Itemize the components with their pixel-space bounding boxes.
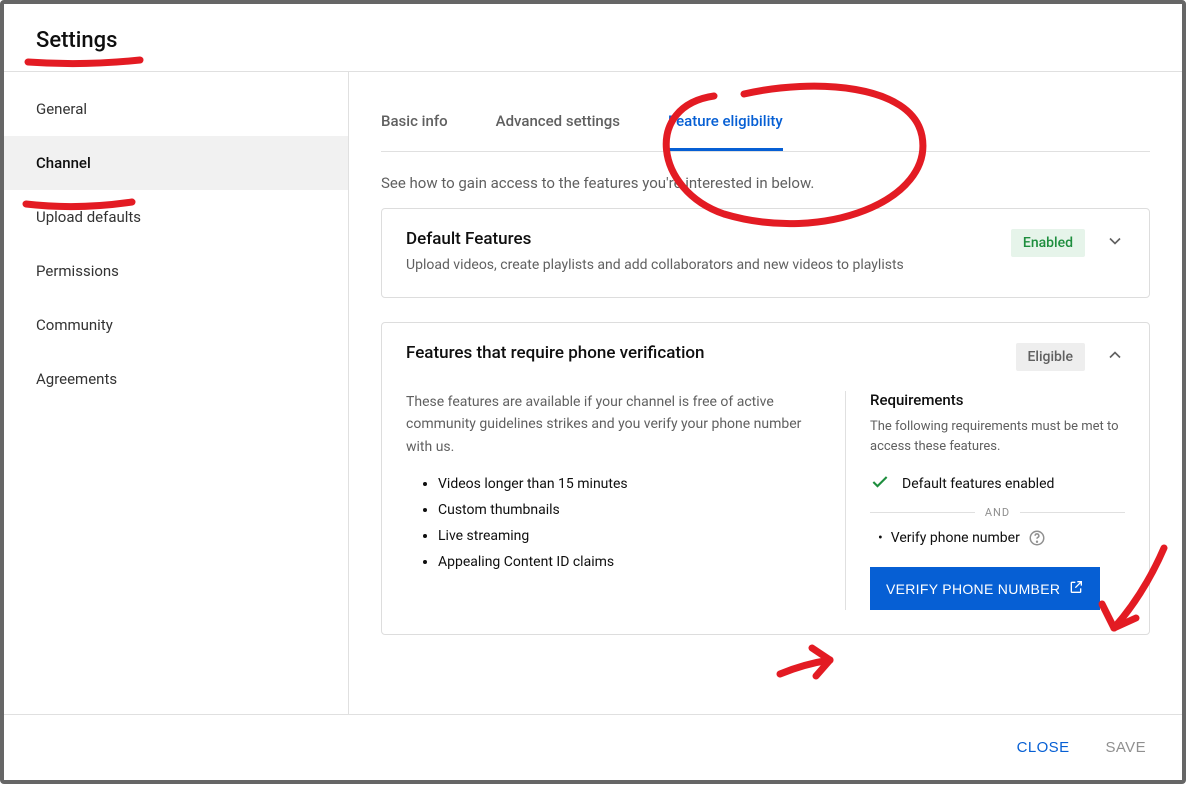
settings-content: Basic info Advanced settings Feature eli… xyxy=(349,72,1182,714)
default-features-card: Default Features Upload videos, create p… xyxy=(381,208,1150,298)
sidebar-item-label: Upload defaults xyxy=(36,208,141,226)
sidebar-item-label: Agreements xyxy=(36,370,117,388)
card-head-text: Default Features Upload videos, create p… xyxy=(406,229,1011,273)
tab-feature-eligibility[interactable]: Feature eligibility xyxy=(668,102,783,151)
tab-advanced-settings[interactable]: Advanced settings xyxy=(496,102,620,151)
dialog-footer: CLOSE SAVE xyxy=(4,714,1182,780)
and-separator: AND xyxy=(870,506,1125,519)
card-title: Features that require phone verification xyxy=(406,343,1016,363)
feature-item: Videos longer than 15 minutes xyxy=(438,476,821,492)
requirement-pending-row: • Verify phone number xyxy=(870,529,1125,547)
settings-sidebar: General Channel Upload defaults Permissi… xyxy=(4,72,349,714)
sidebar-item-label: Community xyxy=(36,316,113,334)
feature-item: Custom thumbnails xyxy=(438,502,821,518)
requirement-pending-label: Verify phone number xyxy=(891,530,1020,546)
phone-verification-body: These features are available if your cha… xyxy=(382,371,1149,634)
sidebar-item-general[interactable]: General xyxy=(4,82,348,136)
tab-label: Basic info xyxy=(381,112,448,130)
phone-verification-card: Features that require phone verification… xyxy=(381,322,1150,635)
check-icon xyxy=(870,472,890,496)
sidebar-item-upload-defaults[interactable]: Upload defaults xyxy=(4,190,348,244)
verify-phone-button[interactable]: VERIFY PHONE NUMBER xyxy=(870,567,1100,610)
default-features-header[interactable]: Default Features Upload videos, create p… xyxy=(382,209,1149,297)
sidebar-item-agreements[interactable]: Agreements xyxy=(4,352,348,406)
requirement-met-label: Default features enabled xyxy=(902,476,1054,492)
settings-dialog: Settings General Channel Upload defaults… xyxy=(0,0,1186,784)
save-button[interactable]: SAVE xyxy=(1101,733,1150,762)
requirements-heading: Requirements xyxy=(870,391,1125,409)
sidebar-item-permissions[interactable]: Permissions xyxy=(4,244,348,298)
dialog-body: General Channel Upload defaults Permissi… xyxy=(4,72,1182,714)
chevron-down-icon xyxy=(1105,231,1125,251)
status-badge-eligible: Eligible xyxy=(1016,343,1086,371)
phone-verification-header[interactable]: Features that require phone verification… xyxy=(382,323,1149,371)
requirements-subtext: The following requirements must be met t… xyxy=(870,417,1125,456)
status-badge-enabled: Enabled xyxy=(1011,229,1085,257)
feature-item: Live streaming xyxy=(438,528,821,544)
intro-text: See how to gain access to the features y… xyxy=(381,174,1150,192)
card-title: Default Features xyxy=(406,229,1011,249)
features-column: These features are available if your cha… xyxy=(406,391,845,610)
tab-label: Feature eligibility xyxy=(668,112,783,130)
features-list: Videos longer than 15 minutes Custom thu… xyxy=(406,476,821,570)
separator-line xyxy=(870,512,975,513)
channel-tabs: Basic info Advanced settings Feature eli… xyxy=(381,72,1150,152)
bullet-icon: • xyxy=(878,530,883,546)
tab-label: Advanced settings xyxy=(496,112,620,130)
feature-item: Appealing Content ID claims xyxy=(438,554,821,570)
close-button[interactable]: CLOSE xyxy=(1013,733,1074,762)
requirement-met-row: Default features enabled xyxy=(870,472,1125,496)
help-icon[interactable] xyxy=(1028,529,1046,547)
page-title: Settings xyxy=(36,28,1150,53)
open-external-icon xyxy=(1068,579,1084,598)
dialog-header: Settings xyxy=(4,4,1182,72)
tab-basic-info[interactable]: Basic info xyxy=(381,102,448,151)
sidebar-item-label: Channel xyxy=(36,154,91,172)
sidebar-item-label: Permissions xyxy=(36,262,119,280)
sidebar-item-community[interactable]: Community xyxy=(4,298,348,352)
and-label: AND xyxy=(985,506,1010,519)
verify-phone-label: VERIFY PHONE NUMBER xyxy=(886,581,1060,597)
sidebar-item-label: General xyxy=(36,100,87,118)
features-description: These features are available if your cha… xyxy=(406,391,821,458)
requirements-column: Requirements The following requirements … xyxy=(845,391,1125,610)
chevron-up-icon xyxy=(1105,345,1125,365)
card-subtitle: Upload videos, create playlists and add … xyxy=(406,257,1011,273)
separator-line xyxy=(1020,512,1125,513)
card-head-text: Features that require phone verification xyxy=(406,343,1016,371)
sidebar-item-channel[interactable]: Channel xyxy=(4,136,348,190)
